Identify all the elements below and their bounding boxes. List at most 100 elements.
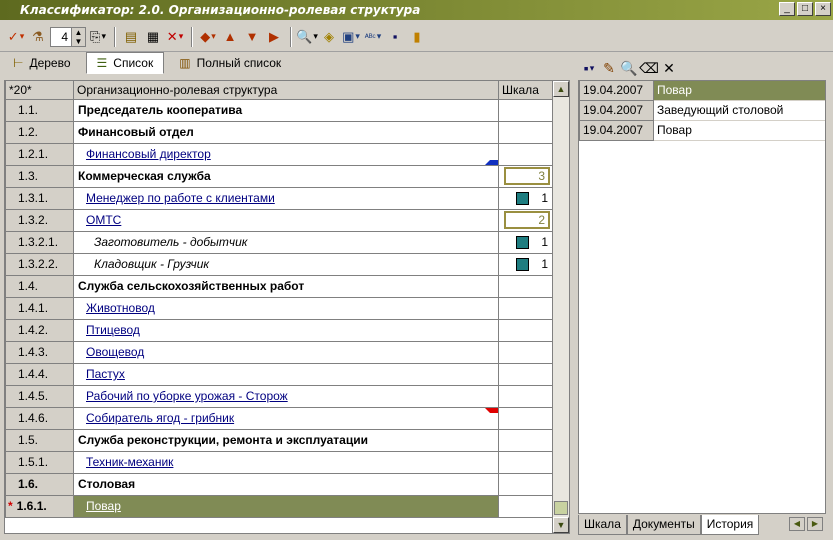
row-name[interactable]: Рабочий по уборке урожая - Сторож — [73, 384, 499, 408]
table-row[interactable]: 1.4.1. Животновод — [5, 296, 553, 320]
row-name[interactable]: Птицевод — [73, 318, 499, 342]
row-code[interactable]: 1.4.6. — [5, 406, 74, 430]
table-row[interactable]: 1.2. Финансовый отдел — [5, 120, 553, 144]
row-code[interactable]: 1.2.1. — [5, 142, 74, 166]
tab-next-icon[interactable]: ▶ — [807, 517, 823, 531]
column-header-name[interactable]: Организационно-ролевая структура — [73, 81, 499, 100]
save-icon[interactable]: ▪ — [580, 57, 598, 79]
row-name[interactable]: Собиратель ягод - грибник — [73, 406, 499, 430]
minimize-button[interactable]: _ — [779, 2, 795, 16]
check-icon[interactable]: ✓ — [6, 26, 26, 48]
row-name[interactable]: Финансовый отдел — [73, 120, 499, 144]
export-icon[interactable]: ▣ — [341, 26, 361, 48]
maximize-button[interactable]: □ — [797, 2, 813, 16]
table-row[interactable]: 1.4.6. Собиратель ягод - грибник — [5, 406, 553, 430]
row-scale[interactable] — [498, 98, 553, 122]
copy-icon[interactable]: ⎘ — [88, 26, 108, 48]
scroll-thumb[interactable] — [554, 501, 568, 515]
row-scale[interactable] — [498, 494, 553, 518]
table-row[interactable]: 1.5. Служба реконструкции, ремонта и эксп… — [5, 428, 553, 452]
row-code[interactable]: 1.3. — [5, 164, 74, 188]
row-scale[interactable]: 1 — [498, 230, 553, 254]
row-code[interactable]: 1.4.4. — [5, 362, 74, 386]
row-code[interactable]: 1.4.2. — [5, 318, 74, 342]
table-row[interactable]: 1.6. Столовая — [5, 472, 553, 496]
row-scale[interactable]: 1 — [498, 252, 553, 276]
table-row[interactable]: 1.4.2. Птицевод — [5, 318, 553, 342]
row-name[interactable]: Заготовитель - добытчик — [73, 230, 499, 254]
row-scale[interactable] — [498, 428, 553, 452]
row-scale[interactable] — [498, 340, 553, 364]
scroll-down-icon[interactable]: ▼ — [553, 517, 569, 533]
row-code[interactable]: 1.5.1. — [5, 450, 74, 474]
tab-documents[interactable]: Документы — [626, 515, 701, 535]
row-scale[interactable] — [498, 142, 553, 166]
table-row[interactable]: 1.4.4. Пастух — [5, 362, 553, 386]
tab-tree[interactable]: ⊢ Дерево — [2, 52, 82, 74]
arrow-right-icon[interactable]: ▶ — [264, 26, 284, 48]
table-row[interactable]: 1.3.2. ОМТС 2 — [5, 208, 553, 232]
row-scale[interactable] — [498, 362, 553, 386]
row-scale[interactable] — [498, 384, 553, 408]
row-name[interactable]: Служба сельскохозяйственных работ — [73, 274, 499, 298]
preview-icon[interactable]: 🔍 — [296, 26, 317, 48]
row-scale[interactable]: 1 — [498, 186, 553, 210]
row-name[interactable]: Пастух — [73, 362, 499, 386]
tab-prev-icon[interactable]: ◀ — [789, 517, 805, 531]
level-stepper[interactable]: 4 ▲ ▼ — [50, 26, 86, 47]
row-scale[interactable] — [498, 318, 553, 342]
eraser-icon[interactable]: ⌫ — [639, 57, 659, 79]
save-icon[interactable]: ▪ — [385, 26, 405, 48]
tab-list[interactable]: ☰ Список — [85, 52, 165, 74]
table-row[interactable]: 1.4. Служба сельскохозяйственных работ — [5, 274, 553, 298]
arrow-down-icon[interactable]: ▼ — [242, 26, 262, 48]
table-row[interactable]: 1.3.1. Менеджер по работе с клиентами 1 — [5, 186, 553, 210]
table-row[interactable]: 1.3. Коммерческая служба 3 — [5, 164, 553, 188]
row-code[interactable]: 1.2. — [5, 120, 74, 144]
history-row[interactable]: 19.04.2007 Заведующий столовой — [579, 101, 825, 121]
table-row[interactable]: 1.1. Председатель кооператива — [5, 98, 553, 122]
row-code[interactable]: 1.4.5. — [5, 384, 74, 408]
row-code[interactable]: 1.3.2. — [5, 208, 74, 232]
row-name[interactable]: Столовая — [73, 472, 499, 496]
row-code[interactable]: 1.3.2.1. — [5, 230, 74, 254]
row-code[interactable]: 1.4.3. — [5, 340, 74, 364]
row-name[interactable]: Финансовый директор — [73, 142, 499, 166]
row-code[interactable]: 1.6. — [5, 472, 74, 496]
row-name[interactable]: Техник-механик — [73, 450, 499, 474]
row-name[interactable]: Служба реконструкции, ремонта и эксплуат… — [73, 428, 499, 452]
folder-icon[interactable]: ▤ — [121, 26, 141, 48]
stepper-arrows-icon[interactable]: ▲ ▼ — [71, 27, 85, 46]
row-code[interactable]: 1.3.1. — [5, 186, 74, 210]
row-name[interactable]: Коммерческая служба — [73, 164, 499, 188]
row-name[interactable]: Повар — [73, 494, 499, 518]
table-row[interactable]: * 1.6.1. Повар — [5, 494, 553, 518]
table-row[interactable]: 1.4.3. Овощевод — [5, 340, 553, 364]
info-icon[interactable]: ◈ — [319, 26, 339, 48]
column-header-scale[interactable]: Шкала — [498, 81, 553, 100]
row-name[interactable]: ОМТС — [73, 208, 499, 232]
row-name[interactable]: Менеджер по работе с клиентами — [73, 186, 499, 210]
close-button[interactable]: × — [815, 2, 831, 16]
table-row[interactable]: 1.5.1. Техник-механик — [5, 450, 553, 474]
row-scale[interactable]: 3 — [498, 164, 553, 188]
table-row[interactable]: 1.2.1. Финансовый директор — [5, 142, 553, 166]
row-scale[interactable] — [498, 274, 553, 298]
history-row[interactable]: 19.04.2007 Повар — [579, 121, 825, 141]
table-row[interactable]: 1.3.2.1. Заготовитель - добытчик 1 — [5, 230, 553, 254]
grid-scrollbar[interactable]: ▲ ▼ — [552, 81, 569, 533]
row-scale[interactable] — [498, 406, 553, 430]
arrow-left-icon[interactable]: ◆ — [198, 26, 218, 48]
row-code[interactable]: 1.3.2.2. — [5, 252, 74, 276]
edit-icon[interactable]: ✎ — [600, 57, 618, 79]
scroll-up-icon[interactable]: ▲ — [553, 81, 569, 97]
spell-icon[interactable]: ᴬᴮᶜ — [363, 26, 383, 48]
exit-icon[interactable]: ▮ — [407, 26, 427, 48]
grid-icon[interactable]: ▦ — [143, 26, 163, 48]
row-name[interactable]: Председатель кооператива — [73, 98, 499, 122]
row-scale[interactable] — [498, 450, 553, 474]
row-scale[interactable]: 2 — [498, 208, 553, 232]
row-scale[interactable] — [498, 296, 553, 320]
filter-icon[interactable]: ⚗ — [28, 26, 48, 48]
arrow-up-icon[interactable]: ▲ — [220, 26, 240, 48]
